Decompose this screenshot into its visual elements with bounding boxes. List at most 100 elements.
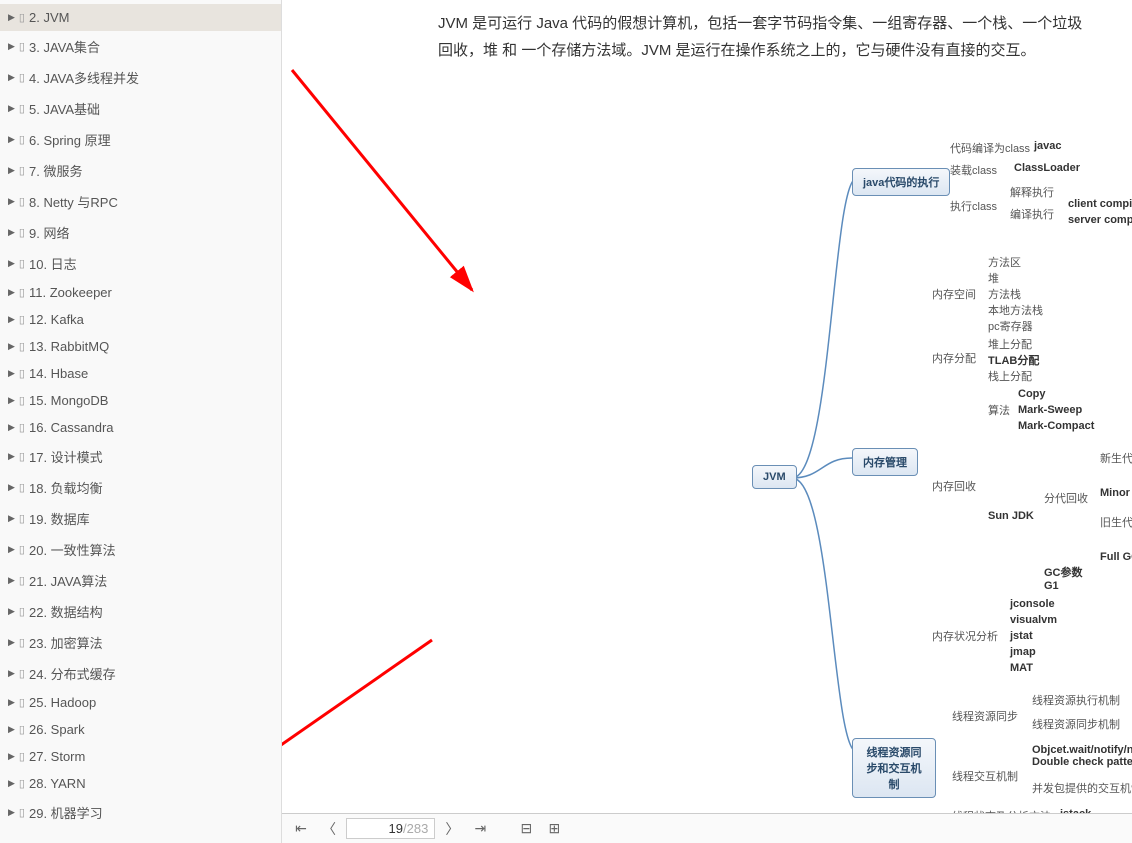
triangle-icon: ▶: [8, 668, 15, 679]
mm-lbl: 旧生代可用的GC: [1100, 514, 1132, 530]
sidebar-item-label: 21. JAVA算法: [29, 571, 107, 590]
mm-lbl: 并发包提供的交互机制: [1032, 780, 1132, 796]
sidebar-item[interactable]: ▶▯11. Zookeeper: [0, 279, 281, 306]
bookmark-icon: ▯: [19, 512, 25, 525]
mm-lbl: 堆上分配: [988, 336, 1032, 352]
sidebar-item[interactable]: ▶▯10. 日志: [0, 248, 281, 279]
first-page-button[interactable]: ⇤: [290, 818, 312, 840]
pagination-footer: ⇤ 〈 19 /283 〉 ⇥ ⊟ ⊞: [282, 813, 1132, 843]
sidebar-item-label: 22. 数据结构: [29, 602, 103, 621]
triangle-icon: ▶: [8, 451, 15, 462]
annotation-arrow: [282, 60, 582, 320]
bookmark-icon: ▯: [19, 226, 25, 239]
mm-branch-thread: 线程资源同步和交互机制: [852, 738, 936, 798]
sidebar-item[interactable]: ▶▯5. JAVA基础: [0, 93, 281, 124]
sidebar-item[interactable]: ▶▯7. 微服务: [0, 155, 281, 186]
bookmark-icon: ▯: [19, 102, 25, 115]
triangle-icon: ▶: [8, 258, 15, 269]
mm-lbl: 线程资源同步: [952, 708, 1018, 724]
mm-lbl: 内存分配: [932, 350, 976, 366]
mm-lbl: 新生代可用的GC: [1100, 450, 1132, 466]
mm-lbl: 堆: [988, 270, 999, 286]
last-page-button[interactable]: ⇥: [469, 818, 491, 840]
triangle-icon: ▶: [8, 637, 15, 648]
sidebar-item[interactable]: ▶▯18. 负载均衡: [0, 472, 281, 503]
prev-page-button[interactable]: 〈: [318, 818, 340, 840]
triangle-icon: ▶: [8, 72, 15, 83]
sidebar-item[interactable]: ▶▯27. Storm: [0, 743, 281, 770]
sidebar-item[interactable]: ▶▯15. MongoDB: [0, 387, 281, 414]
page-current: 19: [353, 821, 403, 836]
triangle-icon: ▶: [8, 368, 15, 379]
sidebar-item[interactable]: ▶▯22. 数据结构: [0, 596, 281, 627]
sidebar-item[interactable]: ▶▯19. 数据库: [0, 503, 281, 534]
triangle-icon: ▶: [8, 287, 15, 298]
triangle-icon: ▶: [8, 606, 15, 617]
sidebar-item-label: 15. MongoDB: [29, 393, 109, 408]
annotation-arrow: [282, 630, 452, 820]
sidebar-item[interactable]: ▶ ▯ 16. Cassandra: [0, 414, 281, 441]
sidebar-item[interactable]: ▶▯3. JAVA集合: [0, 31, 281, 62]
sidebar-item-label: 20. 一致性算法: [29, 540, 116, 559]
sidebar-item[interactable]: ▶▯14. Hbase: [0, 360, 281, 387]
triangle-icon: ▶: [8, 422, 15, 433]
sidebar-item[interactable]: ▶▯12. Kafka: [0, 306, 281, 333]
triangle-icon: ▶: [8, 724, 15, 735]
next-page-button[interactable]: 〉: [441, 818, 463, 840]
sidebar-item-label: 16. Cassandra: [29, 420, 114, 435]
bookmark-icon: ▯: [19, 543, 25, 556]
sidebar-item[interactable]: ▶▯29. 机器学习: [0, 797, 281, 828]
sidebar-item-label: 6. Spring 原理: [29, 130, 111, 149]
bookmark-icon: ▯: [19, 777, 25, 790]
mm-lbl: Minor GC触发机制以及日志格式: [1100, 484, 1132, 500]
sidebar-item[interactable]: ▶▯25. Hadoop: [0, 689, 281, 716]
sidebar-item[interactable]: ▶▯23. 加密算法: [0, 627, 281, 658]
sidebar-item[interactable]: ▶▯21. JAVA算法: [0, 565, 281, 596]
zoom-in-button[interactable]: ⊞: [543, 818, 565, 840]
mm-lbl: 代码编译为class: [950, 140, 1030, 156]
mm-lbl: Mark-Compact: [1018, 420, 1094, 432]
mm-lbl: server compiler: [1068, 214, 1132, 226]
page-input-box[interactable]: 19 /283: [346, 818, 435, 839]
mm-lbl: 解释执行: [1010, 184, 1054, 200]
sidebar-item[interactable]: ▶▯20. 一致性算法: [0, 534, 281, 565]
mm-lbl: MAT: [1010, 662, 1033, 674]
sidebar-item[interactable]: ▶▯8. Netty 与RPC: [0, 186, 281, 217]
bookmark-icon: ▯: [19, 696, 25, 709]
mm-lbl: javac: [1034, 140, 1062, 152]
mm-lbl: 栈上分配: [988, 368, 1032, 384]
mm-lbl: client compiler: [1068, 198, 1132, 210]
triangle-icon: ▶: [8, 778, 15, 789]
bookmark-icon: ▯: [19, 667, 25, 680]
mm-lbl: Mark-Sweep: [1018, 404, 1082, 416]
sidebar-item[interactable]: ▶▯28. YARN: [0, 770, 281, 797]
sidebar-item-label: 9. 网络: [29, 223, 69, 242]
bookmark-icon: ▯: [19, 286, 25, 299]
sidebar-item[interactable]: ▶▯26. Spark: [0, 716, 281, 743]
sidebar-item[interactable]: ▶▯6. Spring 原理: [0, 124, 281, 155]
triangle-icon: ▶: [8, 196, 15, 207]
mm-lbl: jconsole: [1010, 598, 1055, 610]
sidebar-item-label: 19. 数据库: [29, 509, 90, 528]
sidebar: ▶▯2. JVM▶▯3. JAVA集合 ▶ ▯ 4. JAVA多线程并发 ▶▯5. JA…: [0, 0, 282, 843]
bookmark-icon: ▯: [19, 164, 25, 177]
sidebar-item[interactable]: ▶▯9. 网络: [0, 217, 281, 248]
mm-lbl: 装载class: [950, 162, 997, 178]
sidebar-item[interactable]: ▶▯17. 设计模式: [0, 441, 281, 472]
sidebar-item-label: 17. 设计模式: [29, 447, 103, 466]
triangle-icon: ▶: [8, 395, 15, 406]
bookmark-icon: ▯: [19, 71, 25, 84]
bookmark-icon: ▯: [19, 421, 25, 434]
zoom-out-button[interactable]: ⊟: [515, 818, 537, 840]
sidebar-item-label: 29. 机器学习: [29, 803, 103, 822]
bookmark-icon: ▯: [19, 636, 25, 649]
mm-lbl: 本地方法栈: [988, 302, 1043, 318]
sidebar-item[interactable]: ▶▯24. 分布式缓存: [0, 658, 281, 689]
sidebar-item[interactable]: ▶ ▯ 4. JAVA多线程并发: [0, 62, 281, 93]
sidebar-item-label: 14. Hbase: [29, 366, 88, 381]
bookmark-icon: ▯: [19, 40, 25, 53]
sidebar-item-label: 4. JAVA多线程并发: [29, 68, 139, 87]
sidebar-item[interactable]: ▶▯2. JVM: [0, 4, 281, 31]
mm-lbl: 线程资源执行机制: [1032, 692, 1120, 708]
sidebar-item[interactable]: ▶▯13. RabbitMQ: [0, 333, 281, 360]
